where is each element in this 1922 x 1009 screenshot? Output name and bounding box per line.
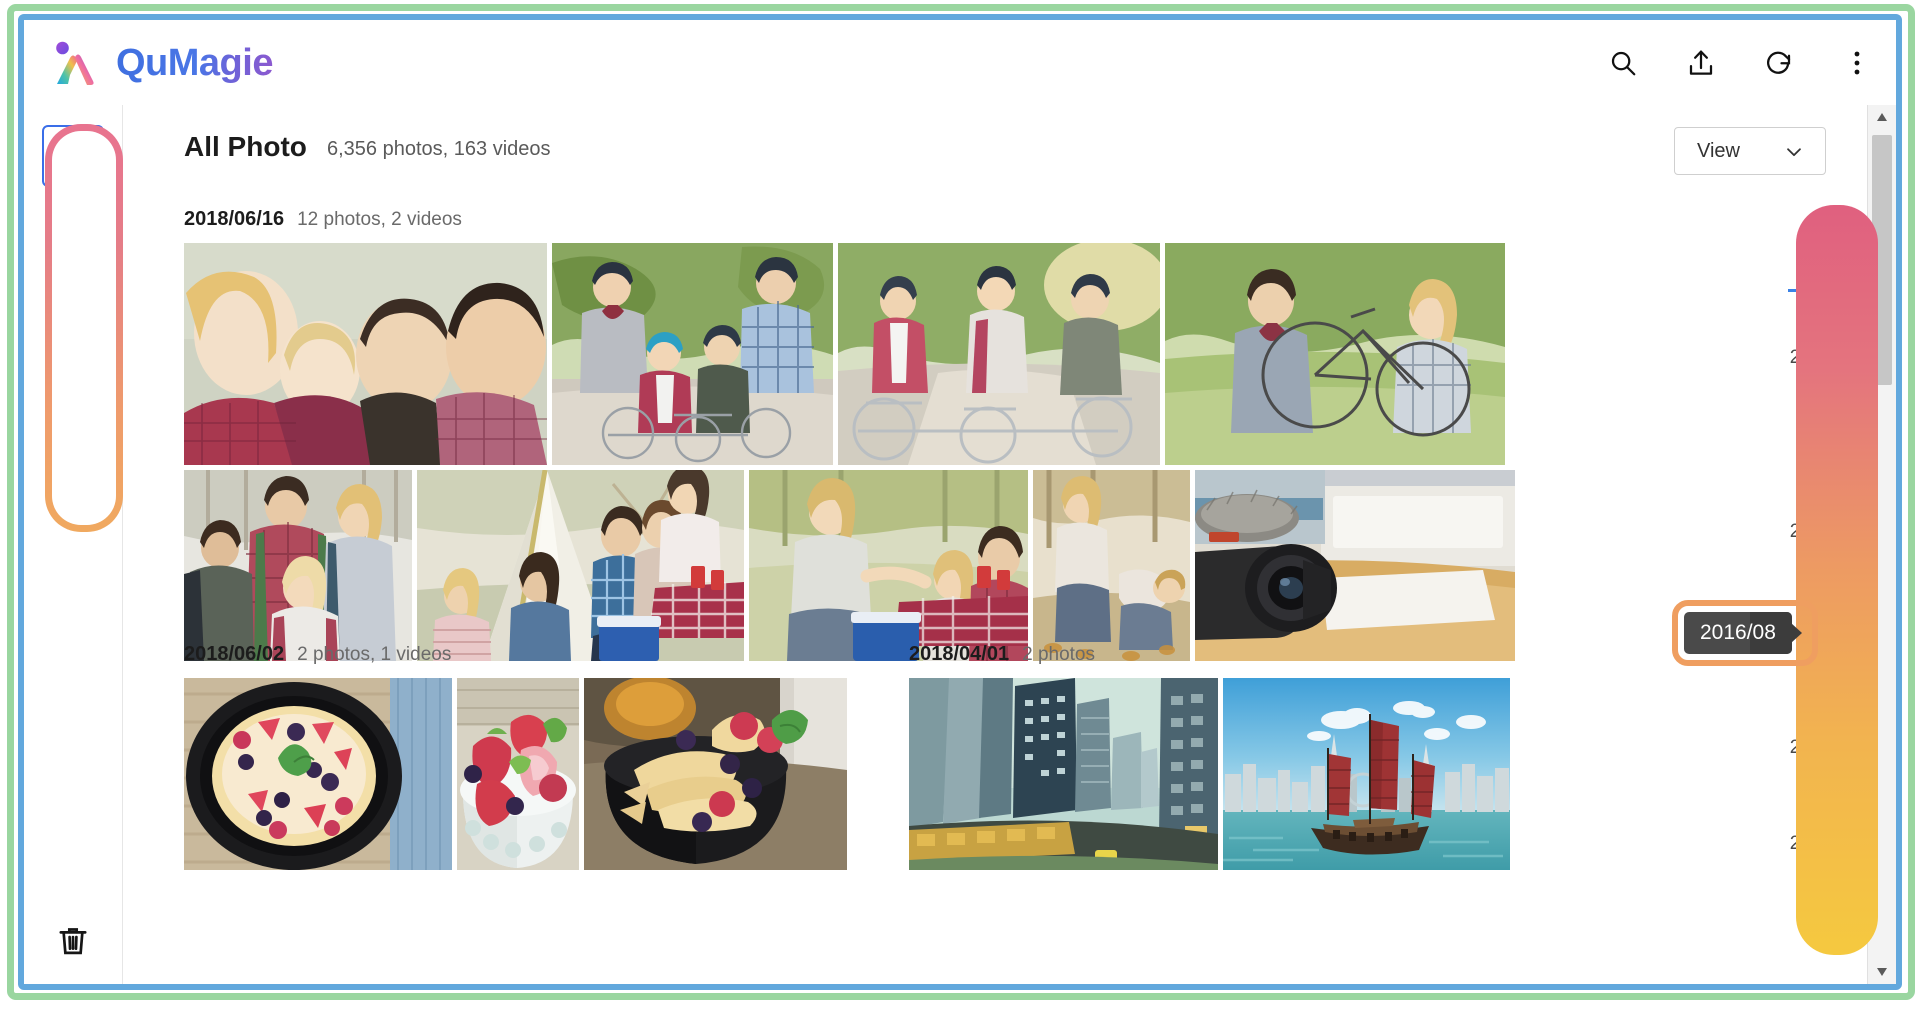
vertical-scrollbar[interactable] xyxy=(1867,105,1896,984)
photo-row xyxy=(184,678,847,870)
page-title: All Photo xyxy=(184,131,307,163)
photo-thumbnail[interactable] xyxy=(909,678,1218,870)
left-sidebar xyxy=(24,105,123,984)
scroll-down-arrow-icon[interactable] xyxy=(1868,960,1896,984)
sidebar-item-trash[interactable] xyxy=(24,924,122,958)
content-header: All Photo 6,356 photos, 163 videos View xyxy=(123,105,1896,191)
photo-thumbnail[interactable] xyxy=(552,243,833,465)
brand-logo[interactable]: QuMagie xyxy=(48,37,273,89)
timeline-year-label: 2017 xyxy=(1790,521,1832,543)
timeline-tick xyxy=(1802,333,1826,336)
brand-name: QuMagie xyxy=(116,42,273,85)
timeline-tick xyxy=(1802,471,1826,474)
upload-icon[interactable] xyxy=(1684,46,1718,80)
group-count: 2 photos, 1 videos xyxy=(297,644,451,666)
app-root: QuMagie xyxy=(0,0,1922,1009)
photo-thumbnail[interactable] xyxy=(457,678,579,870)
group-header: 2018/06/02 2 photos, 1 videos xyxy=(184,643,847,666)
timeline-year-label: 2018 xyxy=(1790,347,1832,369)
timeline-tick xyxy=(1802,601,1826,604)
page-subtitle: 6,356 photos, 163 videos xyxy=(327,138,551,161)
group-count: 12 photos, 2 videos xyxy=(297,209,462,231)
timeline-tick xyxy=(1802,781,1826,784)
photo-groups: 2018/06/16 12 photos, 2 videos xyxy=(123,191,1896,984)
timeline-tick xyxy=(1802,391,1826,394)
photo-row xyxy=(184,243,1515,465)
timeline-cursor[interactable] xyxy=(1788,289,1834,292)
photo-row xyxy=(184,470,1515,661)
photo-thumbnail[interactable] xyxy=(749,470,1028,661)
refresh-icon[interactable] xyxy=(1762,46,1796,80)
qumagie-window: QuMagie xyxy=(24,20,1896,984)
group-date: 2018/04/01 xyxy=(909,643,1009,666)
group-date: 2018/06/16 xyxy=(184,208,284,231)
photo-group: 2018/06/02 2 photos, 1 videos xyxy=(184,643,847,870)
qumagie-logo-icon xyxy=(48,37,100,89)
timeline-tick xyxy=(1802,643,1826,646)
timeline-tick xyxy=(1802,723,1826,726)
photo-thumbnail[interactable] xyxy=(184,243,547,465)
photo-thumbnail[interactable] xyxy=(838,243,1160,465)
sidebar-item-albums[interactable] xyxy=(42,202,104,264)
app-header: QuMagie xyxy=(24,20,1896,106)
more-vertical-icon[interactable] xyxy=(1840,46,1874,80)
timeline-year-label: 2016 xyxy=(1790,737,1832,759)
photo-group: 2018/06/16 12 photos, 2 videos xyxy=(184,208,1515,661)
timeline-tick xyxy=(1802,429,1826,432)
photo-thumbnail[interactable] xyxy=(184,678,452,870)
photo-thumbnail[interactable] xyxy=(417,470,744,661)
photo-thumbnail[interactable] xyxy=(584,678,847,870)
scrollbar-thumb[interactable] xyxy=(1872,135,1892,385)
timeline-tick xyxy=(1802,885,1826,888)
group-header: 2018/04/01 2 photos xyxy=(909,643,1510,666)
content-area: All Photo 6,356 photos, 163 videos View … xyxy=(123,105,1896,984)
photo-thumbnail[interactable] xyxy=(1033,470,1190,661)
header-actions xyxy=(1606,46,1874,80)
photo-thumbnail[interactable] xyxy=(1195,470,1515,661)
sidebar-item-photos[interactable] xyxy=(42,125,104,187)
view-dropdown[interactable]: View xyxy=(1674,127,1826,175)
sidebar-nav xyxy=(24,125,122,510)
timeline-tooltip: 2016/08 xyxy=(1684,612,1792,654)
timeline-year-label: 2015 xyxy=(1790,833,1832,855)
scroll-up-arrow-icon[interactable] xyxy=(1868,105,1896,129)
chevron-down-icon xyxy=(1783,141,1805,168)
timeline-tick xyxy=(1802,819,1826,822)
sidebar-item-folders[interactable] xyxy=(42,279,104,341)
group-header: 2018/06/16 12 photos, 2 videos xyxy=(184,208,1515,231)
photo-thumbnail[interactable] xyxy=(1165,243,1505,465)
group-date: 2018/06/02 xyxy=(184,643,284,666)
timeline-tick xyxy=(1802,683,1826,686)
timeline-tick xyxy=(1802,227,1826,230)
group-count: 2 photos xyxy=(1022,644,1095,666)
tooltip-label: 2016/08 xyxy=(1700,621,1776,645)
view-dropdown-label: View xyxy=(1697,140,1740,163)
search-icon[interactable] xyxy=(1606,46,1640,80)
sidebar-item-shared[interactable] xyxy=(42,433,104,495)
photo-thumbnail[interactable] xyxy=(184,470,412,661)
photo-row xyxy=(909,678,1510,870)
sidebar-item-devices[interactable] xyxy=(42,356,104,418)
timeline-tick xyxy=(1802,507,1826,510)
timeline-tick xyxy=(1802,565,1826,568)
photo-thumbnail[interactable] xyxy=(1223,678,1510,870)
timeline-tick xyxy=(1802,269,1826,272)
photo-group: 2018/04/01 2 photos xyxy=(909,643,1510,870)
timeline-scrubber[interactable]: 2018 2017 2016 2015 xyxy=(1776,225,1840,947)
